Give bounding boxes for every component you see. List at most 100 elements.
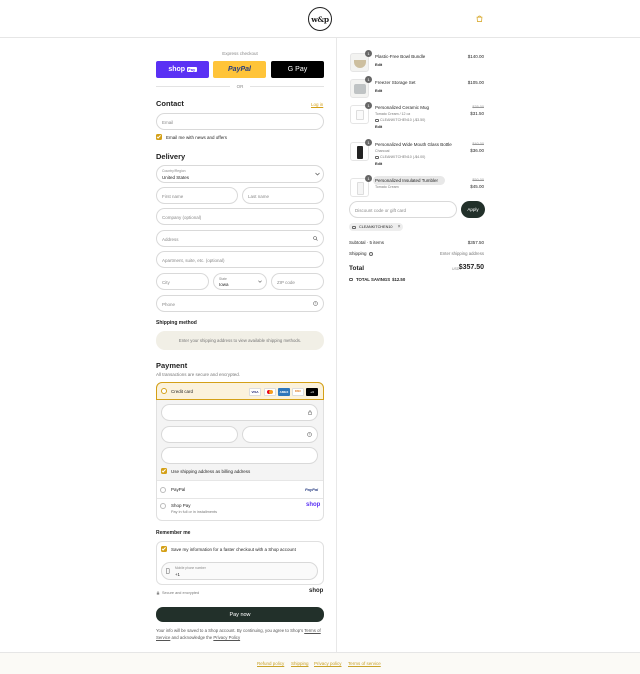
shop-logo: shop xyxy=(309,588,324,594)
pay-now-button[interactable]: Pay now xyxy=(156,607,324,622)
info-icon[interactable] xyxy=(368,251,373,256)
subtotal-label: Subtotal · 5 items xyxy=(349,240,385,245)
edit-link[interactable]: Edit xyxy=(375,89,382,93)
country-label: Country/Region xyxy=(162,169,186,173)
company-field[interactable]: Company (optional) xyxy=(156,208,324,225)
product-variant: Charcoal xyxy=(375,149,390,153)
google-pay-button[interactable]: G Pay xyxy=(271,61,324,78)
brand-logo[interactable]: w&p xyxy=(308,7,332,31)
mobile-phone-value: +1 xyxy=(175,571,180,577)
quantity-badge: 1 xyxy=(365,139,372,146)
payment-title: Payment xyxy=(156,361,188,370)
credit-card-radio[interactable] xyxy=(161,388,167,394)
edit-link[interactable]: Edit xyxy=(375,63,382,67)
credit-card-option[interactable]: Credit card VISA AMEX DISC +4 xyxy=(156,382,324,400)
product-name: Personalized Wide Mouth Glass Bottle xyxy=(375,142,452,147)
terms-of-service-link[interactable]: Terms of service xyxy=(348,661,381,666)
chevron-down-icon xyxy=(315,172,320,176)
paypal-label[interactable]: PayPal xyxy=(171,487,185,492)
country-select[interactable]: Country/Region United States xyxy=(156,165,324,183)
product-price: $140.00 xyxy=(467,54,484,59)
help-icon[interactable]: ? xyxy=(313,301,318,306)
email-field[interactable]: Email xyxy=(156,113,324,130)
shop-pay-label[interactable]: Shop Pay xyxy=(171,503,191,508)
footer: Refund policy Shipping Privacy policy Te… xyxy=(0,652,640,674)
card-number-field[interactable] xyxy=(161,404,318,421)
refund-policy-link[interactable]: Refund policy xyxy=(257,661,284,666)
shipping-label: Shipping xyxy=(349,251,373,256)
original-price: $35.00 xyxy=(472,105,484,109)
product-discount: CLEANKITCHEN10 (-$3.50) xyxy=(375,118,425,122)
shipping-link[interactable]: Shipping xyxy=(291,661,309,666)
news-label: Email me with news and offers xyxy=(166,135,227,140)
credit-card-label: Credit card xyxy=(171,388,194,394)
country-value: United States xyxy=(162,174,190,180)
quantity-badge: 1 xyxy=(365,50,372,57)
or-separator: OR xyxy=(236,84,244,89)
privacy-link[interactable]: Privacy Policy xyxy=(213,635,240,640)
product-price: $36.00 xyxy=(470,148,484,153)
security-code-field[interactable]: ? xyxy=(242,426,318,443)
discount-code-field[interactable]: Discount code or gift card xyxy=(349,201,457,218)
shop-pay-text: shop xyxy=(168,66,186,73)
news-checkbox[interactable] xyxy=(156,134,162,140)
shipping-value: Enter shipping address xyxy=(440,251,484,256)
shop-pay-button[interactable]: shop Pay xyxy=(156,61,209,78)
lock-icon xyxy=(156,591,160,595)
header: w&p xyxy=(0,0,640,38)
edit-link[interactable]: Edit xyxy=(375,125,382,129)
svg-text:?: ? xyxy=(309,433,311,437)
billing-same-checkbox[interactable] xyxy=(161,468,167,474)
edit-link[interactable]: Edit xyxy=(375,162,382,166)
original-price: $50.00 xyxy=(472,178,484,182)
mobile-phone-icon xyxy=(166,568,170,574)
paypal-button[interactable]: PayPal xyxy=(213,61,266,78)
login-link[interactable]: Log in xyxy=(311,102,323,107)
phone-field[interactable]: Phone ? xyxy=(156,295,324,312)
remember-me-title: Remember me xyxy=(156,530,191,536)
product-price: $105.00 xyxy=(467,80,484,85)
save-info-checkbox[interactable] xyxy=(161,546,167,552)
privacy-policy-link[interactable]: Privacy policy xyxy=(314,661,342,666)
apply-button[interactable]: Apply xyxy=(461,201,485,218)
divider xyxy=(156,86,230,87)
paypal-radio[interactable] xyxy=(160,487,166,493)
tag-icon xyxy=(349,278,353,281)
total-value: $357.50 xyxy=(458,264,484,271)
last-name-field[interactable]: Last name xyxy=(242,187,324,204)
address-field[interactable]: Address xyxy=(156,230,324,247)
savings-label: TOTAL SAVINGS xyxy=(356,277,391,282)
discount-code: CLEANKITCHEN10 xyxy=(359,225,393,229)
search-icon xyxy=(313,236,318,241)
mobile-phone-field[interactable]: Mobile phone number +1 xyxy=(161,562,318,580)
product-name: Plastic-Free Bowl Bundle xyxy=(375,54,426,59)
order-summary-panel xyxy=(336,38,640,652)
first-name-field[interactable]: First name xyxy=(156,187,238,204)
billing-same-label: Use shipping address as billing address xyxy=(171,469,251,474)
chevron-down-icon xyxy=(258,280,262,283)
shopping-bag-icon[interactable] xyxy=(476,15,483,22)
subtotal-value: $357.50 xyxy=(467,240,484,245)
original-price: $40.00 xyxy=(472,142,484,146)
city-field[interactable]: City xyxy=(156,273,209,290)
shop-pay-radio[interactable] xyxy=(160,503,166,509)
express-checkout-label: Express checkout xyxy=(222,51,258,56)
save-info-label: Save my information for a faster checkou… xyxy=(171,547,296,552)
remove-discount-icon[interactable]: × xyxy=(398,224,401,230)
shop-pay-logo: shop xyxy=(306,502,321,508)
secure-label: Secure and encrypted xyxy=(162,591,200,595)
savings-value: $12.50 xyxy=(392,277,406,282)
product-price: $31.50 xyxy=(470,111,484,116)
name-on-card-field[interactable] xyxy=(161,447,318,464)
help-icon[interactable]: ? xyxy=(307,432,312,437)
more-cards-badge: +4 xyxy=(306,387,318,396)
paypal-logo: PayPal xyxy=(305,487,319,492)
total-label: Total xyxy=(349,265,365,272)
apartment-field[interactable]: Apartment, suite, etc. (optional) xyxy=(156,251,324,268)
state-select[interactable]: State Iowa xyxy=(213,273,267,290)
product-name: Personalized Ceramic Mug xyxy=(375,105,430,110)
delivery-title: Delivery xyxy=(156,152,186,161)
legal-line: Your info will be saved to a Shop accoun… xyxy=(156,628,304,633)
zip-field[interactable]: ZIP code xyxy=(271,273,324,290)
expiration-field[interactable] xyxy=(161,426,238,443)
